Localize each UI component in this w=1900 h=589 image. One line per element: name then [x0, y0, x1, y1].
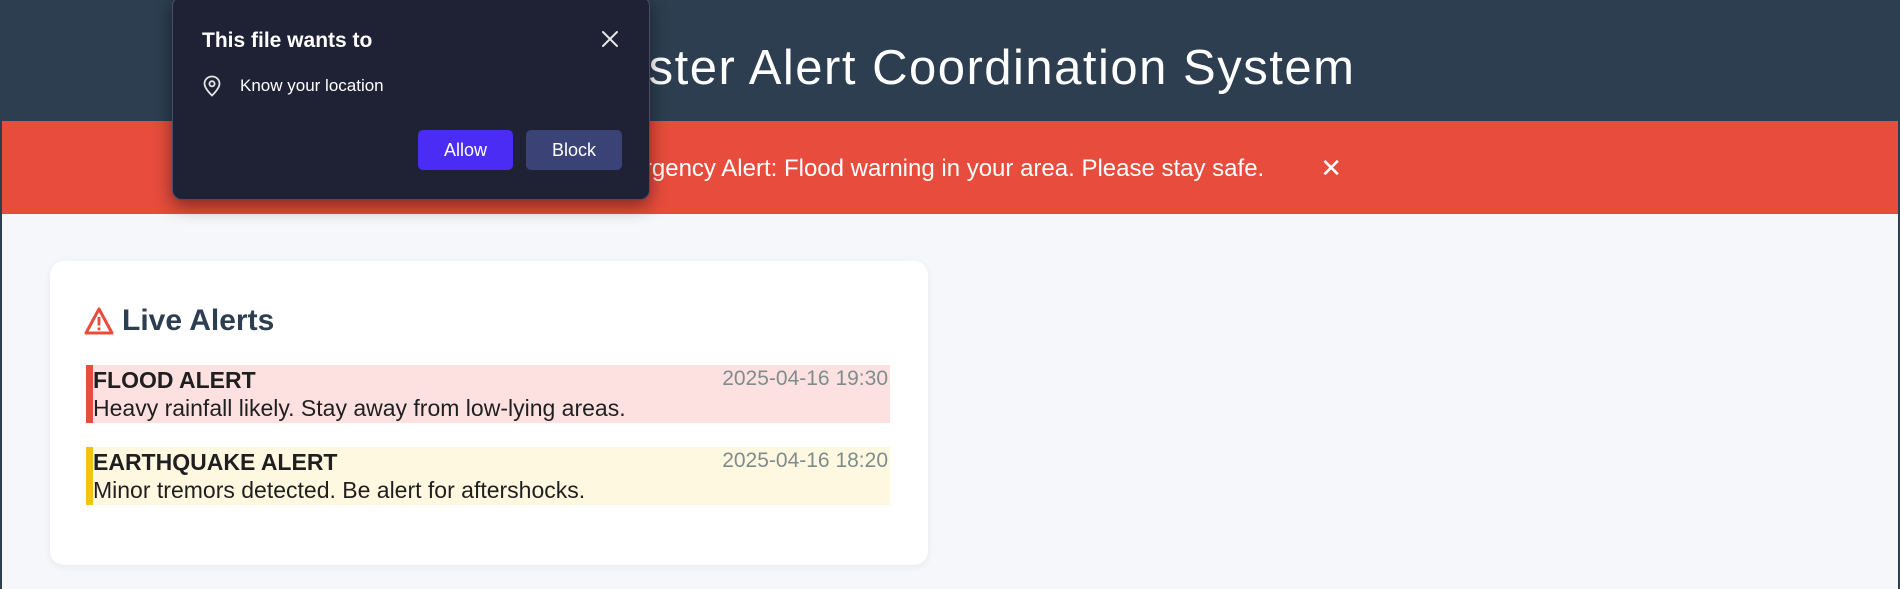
allow-button[interactable]: Allow [418, 130, 513, 170]
live-alerts-card: Live Alerts FLOOD ALERT 2025-04-16 19:30… [50, 261, 928, 565]
banner-text: ⚠️ Emergency Alert: Flood warning in you… [557, 154, 1265, 182]
live-alerts-heading: Live Alerts [84, 301, 274, 341]
page: Disaster Alert Coordination System ⚠️ Em… [0, 0, 1900, 589]
alert-item-flood: FLOOD ALERT 2025-04-16 19:30 Heavy rainf… [86, 365, 890, 423]
alert-timestamp: 2025-04-16 18:20 [722, 449, 888, 472]
permission-row: Know your location [202, 74, 384, 98]
alert-timestamp: 2025-04-16 19:30 [722, 367, 888, 390]
warning-icon [84, 307, 114, 335]
alert-title: FLOOD ALERT [93, 367, 256, 393]
location-pin-icon [203, 75, 221, 97]
close-icon[interactable] [598, 27, 622, 51]
alert-item-earthquake: EARTHQUAKE ALERT 2025-04-16 18:20 Minor … [86, 447, 890, 505]
block-button[interactable]: Block [526, 130, 622, 170]
popup-title: This file wants to [202, 29, 373, 52]
permission-popup: This file wants to Know your location Al… [172, 0, 650, 200]
permission-label: Know your location [240, 76, 384, 95]
banner-close-button[interactable]: ✕ [1320, 153, 1342, 183]
live-alerts-title: Live Alerts [122, 304, 275, 337]
alert-message: Minor tremors detected. Be alert for aft… [93, 477, 586, 503]
alert-message: Heavy rainfall likely. Stay away from lo… [93, 395, 626, 421]
alert-title: EARTHQUAKE ALERT [93, 449, 338, 475]
